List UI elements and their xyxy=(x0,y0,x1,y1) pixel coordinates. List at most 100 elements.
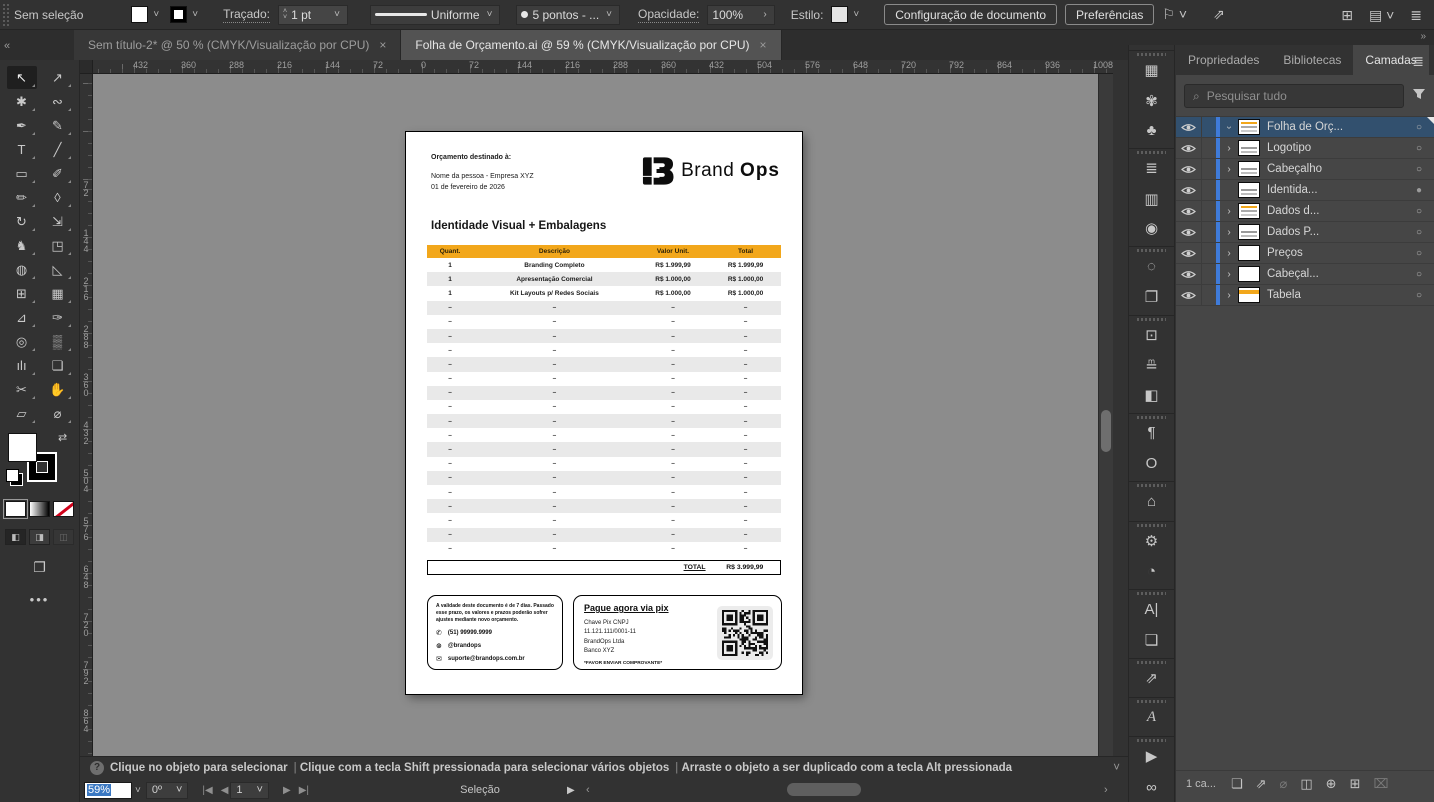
layer-row[interactable]: › Dados d... ○ xyxy=(1176,201,1434,222)
layer-name[interactable]: Dados P... xyxy=(1267,226,1404,238)
lock-toggle[interactable] xyxy=(1202,201,1216,221)
layer-name[interactable]: Tabela xyxy=(1267,289,1404,301)
assets-panel-icon[interactable]: ⌂ xyxy=(1129,481,1174,517)
layer-row[interactable]: › Logotipo ○ xyxy=(1176,138,1434,159)
visibility-eye-icon[interactable] xyxy=(1176,264,1202,284)
canvas[interactable]: Orçamento destinado à: Nome da pessoa - … xyxy=(93,74,1098,756)
chevron-down-icon[interactable]: ˅ xyxy=(132,785,144,796)
last-artboard-icon[interactable]: ▶| xyxy=(299,785,309,796)
layer-row[interactable]: › Cabeçal... ○ xyxy=(1176,264,1434,285)
transparency-panel-icon[interactable]: ◉ xyxy=(1129,214,1174,243)
layer-target-icon[interactable]: ○ xyxy=(1404,122,1434,133)
preferences-button[interactable]: Preferências xyxy=(1065,4,1154,25)
vertical-ruler[interactable]: 72144216288360432504576648720792864 xyxy=(80,74,93,756)
chevron-down-icon[interactable]: ˅ xyxy=(189,9,201,20)
scroll-right-icon[interactable]: › xyxy=(1104,784,1108,796)
layer-row[interactable]: › Preços ○ xyxy=(1176,243,1434,264)
prev-artboard-icon[interactable]: ◀ xyxy=(221,785,229,796)
lock-toggle[interactable] xyxy=(1202,222,1216,242)
layer-thumbnail[interactable] xyxy=(1238,203,1260,219)
dock-collapse-strip[interactable]: » xyxy=(1128,30,1434,45)
expand-chevron-icon[interactable]: › xyxy=(1222,164,1236,175)
lock-toggle[interactable] xyxy=(1202,243,1216,263)
layer-target-icon[interactable]: ○ xyxy=(1404,248,1434,259)
delete-layer-icon[interactable]: ⌧ xyxy=(1373,776,1388,792)
grid-view-icon[interactable]: ⊞ xyxy=(1341,7,1353,24)
gradient-panel-icon[interactable]: ▥ xyxy=(1129,184,1174,213)
opacity-combo[interactable]: 100% › xyxy=(707,5,774,25)
layer-thumbnail[interactable] xyxy=(1238,287,1260,303)
stroke-swatch[interactable] xyxy=(170,6,187,23)
clipping-mask-icon[interactable]: ◫ xyxy=(1300,776,1312,792)
layer-thumbnail[interactable] xyxy=(1238,161,1260,177)
stepper-icons[interactable]: ˄˅ xyxy=(283,9,287,21)
shaper-tool[interactable]: ✏ xyxy=(7,186,37,209)
panel-menu-icon[interactable]: ≣ xyxy=(1412,53,1434,70)
layer-name[interactable]: Folha de Orç... xyxy=(1267,121,1404,133)
more-tools-button[interactable]: ••• xyxy=(0,592,79,607)
opacity-label[interactable]: Opacidade: xyxy=(638,7,699,23)
workspace-switcher-icon[interactable]: ▤ ˅ xyxy=(1369,7,1394,24)
horizontal-scrollbar-thumb[interactable] xyxy=(787,783,861,796)
document-setup-button[interactable]: Configuração de documento xyxy=(884,4,1057,25)
collapse-tools-icon[interactable]: « xyxy=(0,40,16,60)
chevron-down-icon[interactable]: ˅ xyxy=(484,9,496,20)
swatches-panel-icon[interactable]: ▦ xyxy=(1129,50,1174,86)
free-transform-tool[interactable]: ◳ xyxy=(43,234,73,257)
visibility-eye-icon[interactable] xyxy=(1176,201,1202,221)
curvature-tool[interactable]: ✎ xyxy=(43,114,73,137)
layer-name[interactable]: Logotipo xyxy=(1267,142,1404,154)
eyedropper-tool[interactable]: ✑ xyxy=(43,306,73,329)
panel-tab[interactable]: Bibliotecas xyxy=(1271,45,1353,75)
visibility-eye-icon[interactable] xyxy=(1176,117,1202,137)
print-tiling-tool[interactable]: ▱ xyxy=(7,402,37,425)
expand-chevron-icon[interactable]: › xyxy=(1222,290,1236,301)
line-segment-tool[interactable]: ╱ xyxy=(43,138,73,161)
artboards-panel-icon[interactable]: ❐ xyxy=(1129,282,1174,311)
artboard[interactable]: Orçamento destinado à: Nome da pessoa - … xyxy=(406,132,802,694)
visibility-eye-icon[interactable] xyxy=(1176,138,1202,158)
chevron-down-icon[interactable]: ˅ xyxy=(1113,762,1128,774)
color-fan-panel-icon[interactable]: ◔ xyxy=(1129,557,1174,586)
draw-behind-button[interactable]: ◨ xyxy=(29,529,50,545)
layer-thumbnail[interactable] xyxy=(1238,224,1260,240)
next-artboard-icon[interactable]: ▶ xyxy=(283,785,291,796)
screen-mode-button[interactable]: ❐ xyxy=(0,559,79,576)
fill-color-picker[interactable]: ˅ xyxy=(131,6,162,23)
swap-fill-stroke-icon[interactable]: ⇄ xyxy=(58,431,67,444)
character-panel-icon[interactable]: A| xyxy=(1129,589,1174,625)
close-tab-icon[interactable]: × xyxy=(379,38,386,52)
slice-tool[interactable]: ✂ xyxy=(7,378,37,401)
first-artboard-icon[interactable]: |◀ xyxy=(202,785,212,796)
layer-thumbnail[interactable] xyxy=(1238,140,1260,156)
status-options-icon[interactable]: ▶ xyxy=(567,785,575,796)
measure-tool[interactable]: ⊿ xyxy=(7,306,37,329)
export-panel-icon[interactable]: ⇗ xyxy=(1129,658,1174,694)
layer-row[interactable]: › Folha de Orç... ○ xyxy=(1176,117,1434,138)
layer-target-icon[interactable]: ○ xyxy=(1404,206,1434,217)
links-panel-icon[interactable]: ∞ xyxy=(1129,772,1174,801)
layer-name[interactable]: Cabeçalho xyxy=(1267,163,1404,175)
vertical-scrollbar[interactable] xyxy=(1098,74,1113,756)
artboard-combo[interactable]: 1 ˅ xyxy=(230,782,269,799)
layer-row[interactable]: › Identida... ● xyxy=(1176,180,1434,201)
layer-row[interactable]: › Tabela ○ xyxy=(1176,285,1434,306)
layer-thumbnail[interactable] xyxy=(1238,245,1260,261)
horizontal-ruler[interactable]: 4323602882161447207214421628836043250457… xyxy=(93,60,1113,74)
chevron-right-icon[interactable]: › xyxy=(760,9,769,20)
fill-swatch[interactable] xyxy=(131,6,148,23)
selection-options-icon[interactable]: ◌ xyxy=(1129,246,1174,282)
collect-for-export-icon[interactable]: ❏ xyxy=(1231,776,1243,792)
layer-target-icon[interactable]: ○ xyxy=(1404,164,1434,175)
expand-chevron-icon[interactable]: › xyxy=(1222,206,1236,217)
zoom-tool[interactable]: ⌀ xyxy=(43,402,73,425)
zoom-input[interactable]: 59% xyxy=(84,782,132,799)
panel-tab[interactable]: Propriedades xyxy=(1176,45,1271,75)
layer-thumbnail[interactable] xyxy=(1238,266,1260,282)
document-tab[interactable]: Folha de Orçamento.ai @ 59 % (CMYK/Visua… xyxy=(401,30,781,60)
pathfinder-panel-icon[interactable]: ◧ xyxy=(1129,380,1174,409)
chevron-down-icon[interactable]: ˅ xyxy=(850,9,862,20)
new-layer-icon[interactable]: ⊞ xyxy=(1350,776,1361,792)
appearance-panel-icon[interactable]: ❏ xyxy=(1129,625,1174,654)
expand-chevron-icon[interactable]: › xyxy=(1222,269,1236,280)
